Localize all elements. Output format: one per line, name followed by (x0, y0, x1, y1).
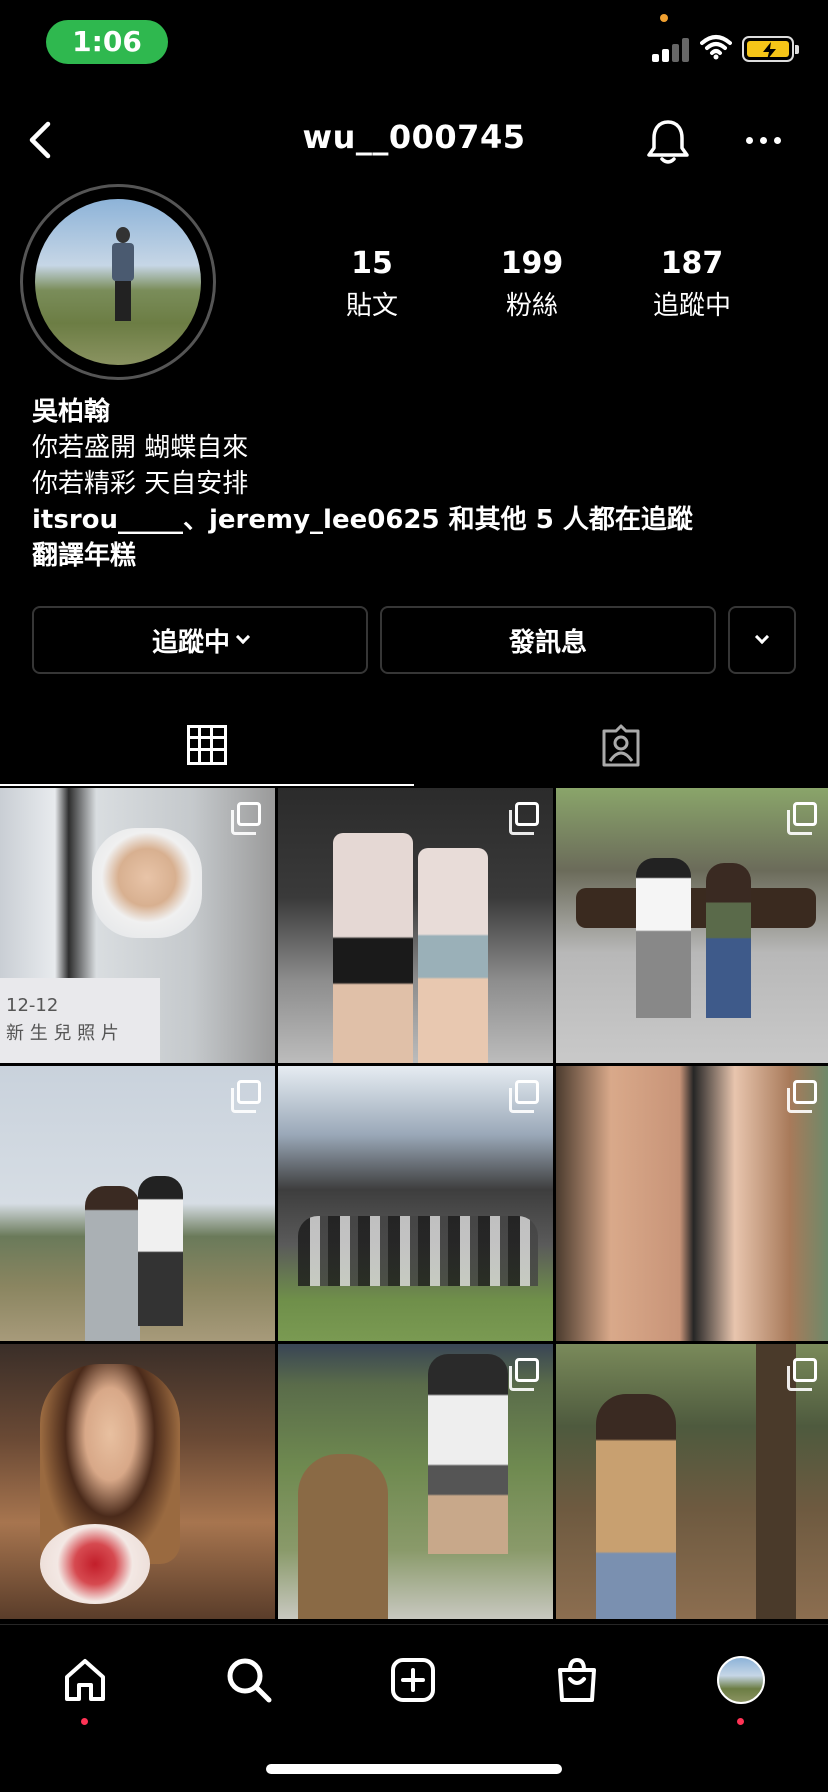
message-button[interactable]: 發訊息 (380, 606, 716, 674)
status-bar: 1:06 (0, 0, 828, 88)
bell-icon[interactable] (644, 116, 692, 166)
battery-charging-icon (742, 36, 799, 62)
carousel-icon (231, 1080, 261, 1113)
wifi-icon (700, 35, 732, 60)
stat-posts[interactable]: 15 貼文 (302, 246, 442, 322)
newborn-card: 12-12 新 生 兒 照 片 (0, 978, 160, 1063)
nav-home[interactable] (50, 1645, 120, 1725)
tagged-person-icon (602, 724, 640, 767)
camera-indicator-dot (660, 14, 668, 22)
chevron-down-icon (754, 629, 770, 645)
card-text-1: 12-12 (6, 995, 59, 1016)
home-icon (65, 1659, 105, 1701)
stat-followers[interactable]: 199 粉絲 (462, 246, 602, 322)
profile-avatar-small (717, 1656, 765, 1704)
carousel-icon (509, 1358, 539, 1391)
carousel-icon (231, 802, 261, 835)
nav-shop[interactable] (542, 1645, 612, 1715)
nav-search[interactable] (214, 1645, 284, 1715)
followed-by-text[interactable]: itsrou_____、jeremy_lee0625 和其他 5 人都在追蹤 (32, 502, 812, 538)
grid-post-7[interactable] (0, 1344, 275, 1619)
stat-following-count: 187 (660, 246, 724, 281)
stat-following[interactable]: 187 追蹤中 (622, 246, 762, 322)
nav-profile[interactable] (706, 1645, 776, 1725)
avatar-photo (35, 199, 201, 365)
bio-line-2: 你若精彩 天自安排 (32, 469, 249, 499)
tab-posts-grid[interactable] (0, 706, 414, 786)
cellular-signal-icon (652, 38, 692, 62)
card-text-2: 新 生 兒 照 片 (6, 1023, 119, 1044)
tab-tagged[interactable] (414, 706, 828, 786)
plus-square-icon (391, 1658, 435, 1702)
following-button-label: 追蹤中 (151, 627, 230, 658)
grid-post-1[interactable]: 12-12 新 生 兒 照 片 (0, 788, 275, 1063)
profile-username: wu__000745 (302, 118, 526, 156)
profile-header: wu__000745 (0, 100, 828, 180)
search-icon (227, 1658, 272, 1703)
nav-new-post[interactable] (378, 1645, 448, 1715)
stat-posts-label: 貼文 (345, 291, 398, 321)
following-button[interactable]: 追蹤中 (32, 606, 368, 674)
profile-display-name: 吳柏翰 (32, 397, 111, 427)
grid-post-5[interactable] (278, 1066, 553, 1341)
stat-following-label: 追蹤中 (652, 291, 731, 321)
home-indicator[interactable] (266, 1764, 562, 1774)
chevron-down-icon (235, 629, 251, 645)
grid-post-2[interactable] (278, 788, 553, 1063)
more-options-icon[interactable] (744, 128, 784, 152)
carousel-icon (509, 1080, 539, 1113)
photo-grid: 12-12 新 生 兒 照 片 (0, 788, 828, 1620)
translate-link[interactable]: 翻譯年糕 (32, 538, 812, 574)
profile-tabs (0, 706, 828, 786)
carousel-icon (787, 1080, 817, 1113)
profile-notification-dot (737, 1718, 744, 1725)
grid-post-8[interactable] (278, 1344, 553, 1619)
stat-posts-count: 15 (351, 246, 393, 281)
profile-avatar[interactable] (20, 184, 216, 380)
shopping-bag-icon (558, 1657, 596, 1702)
carousel-icon (787, 802, 817, 835)
profile-action-buttons: 追蹤中 發訊息 (32, 606, 796, 674)
bio-line-1: 你若盛開 蝴蝶自來 (32, 433, 249, 463)
grid-post-6[interactable] (556, 1066, 828, 1341)
stat-followers-count: 199 (500, 246, 564, 281)
message-button-label: 發訊息 (508, 627, 587, 658)
grid-icon (187, 725, 227, 765)
carousel-icon (787, 1358, 817, 1391)
grid-post-4[interactable] (0, 1066, 275, 1341)
grid-post-9[interactable] (556, 1344, 828, 1619)
grid-post-3[interactable] (556, 788, 828, 1063)
home-notification-dot (81, 1718, 88, 1725)
profile-bio: 吳柏翰 你若盛開 蝴蝶自來 你若精彩 天自安排 itsrou_____、jere… (32, 394, 812, 574)
stat-followers-label: 粉絲 (505, 291, 558, 321)
suggested-accounts-button[interactable] (728, 606, 796, 674)
status-time: 1:06 (46, 20, 168, 64)
carousel-icon (509, 802, 539, 835)
